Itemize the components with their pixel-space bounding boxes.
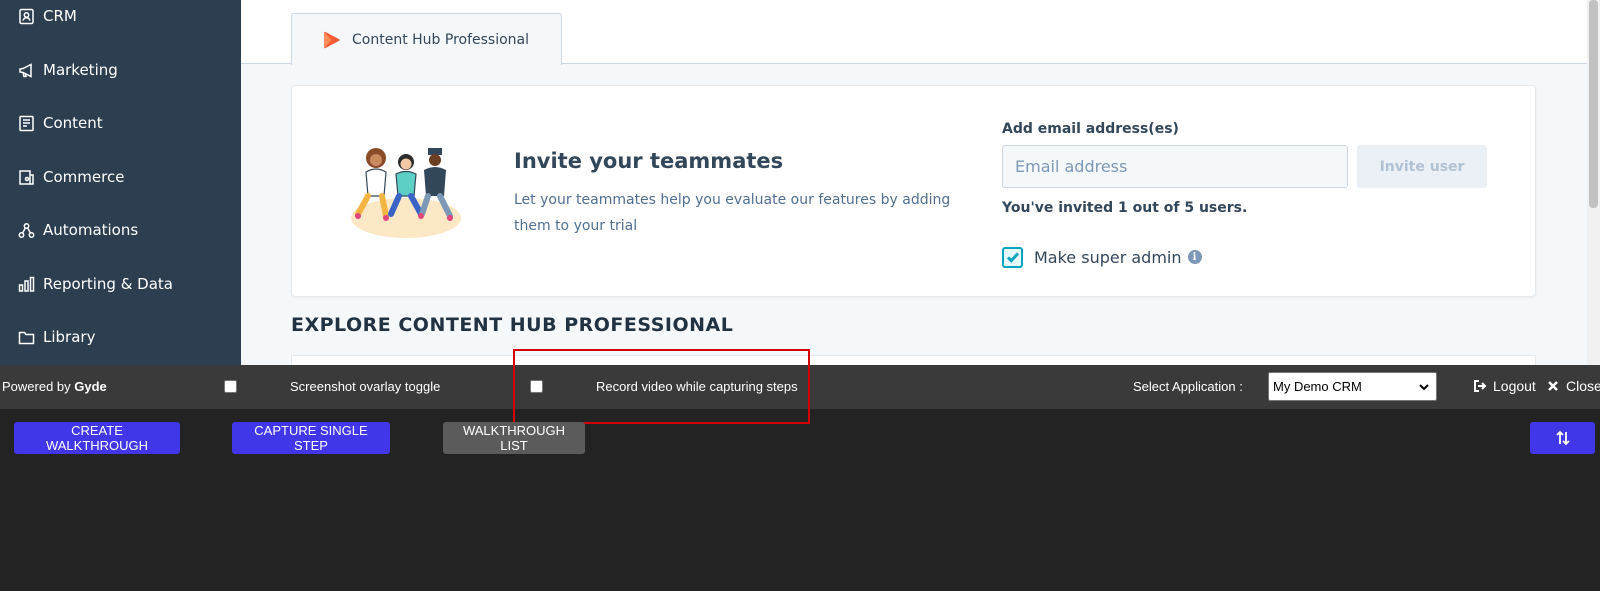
sidebar-item-label: Marketing (43, 61, 118, 79)
contacts-icon (18, 8, 35, 25)
checkmark-icon (1006, 252, 1019, 263)
bar-chart-icon (18, 276, 35, 293)
tab-content-hub-professional[interactable]: Content Hub Professional (291, 13, 562, 65)
close-label: Close (1566, 378, 1600, 394)
chevron-down-icon (1419, 383, 1429, 390)
screenshot-overlay-label: Screenshot ovarlay toggle (290, 379, 441, 394)
create-walkthrough-button[interactable]: CREATE WALKTHROUGH (14, 422, 180, 454)
logout-icon (1473, 379, 1487, 393)
sidebar: CRM Marketing Content Commerce Automatio… (0, 0, 241, 365)
application-select[interactable]: My Demo CRM (1268, 372, 1437, 401)
page-scrollbar[interactable] (1587, 0, 1600, 365)
close-icon (1546, 379, 1560, 393)
powered-by-text: Powered by Gyde (2, 379, 107, 394)
select-application-label: Select Application : (1133, 379, 1243, 394)
screenshot-overlay-checkbox[interactable] (224, 380, 237, 393)
sidebar-item-label: CRM (43, 7, 77, 25)
content-hub-play-icon (322, 30, 342, 50)
invite-title: Invite your teammates (514, 149, 784, 173)
powered-by-prefix: Powered by (2, 379, 75, 394)
sidebar-item-label: Reporting & Data (43, 275, 173, 293)
email-input[interactable] (1002, 145, 1348, 188)
super-admin-checkbox[interactable] (1002, 246, 1023, 268)
invite-count-text: You've invited 1 out of 5 users. (1002, 200, 1248, 216)
sidebar-item-reporting-data[interactable]: Reporting & Data (18, 272, 173, 296)
info-icon[interactable]: i (1187, 250, 1202, 264)
application-select-value: My Demo CRM (1273, 379, 1362, 394)
super-admin-row: Make super admin i (1002, 246, 1202, 268)
highlight-annotation (513, 349, 810, 424)
document-icon (18, 115, 35, 132)
sidebar-item-label: Commerce (43, 168, 125, 186)
tab-bar: Content Hub Professional (241, 0, 1587, 65)
sidebar-item-automations[interactable]: Automations (18, 218, 138, 242)
scrollbar-thumb[interactable] (1589, 0, 1598, 208)
folder-icon (18, 329, 35, 346)
sidebar-item-content[interactable]: Content (18, 111, 103, 135)
logout-link[interactable]: Logout (1473, 378, 1536, 394)
tab-label: Content Hub Professional (352, 31, 530, 48)
storefront-icon (18, 169, 35, 186)
capture-single-step-button[interactable]: CAPTURE SINGLE STEP (232, 422, 390, 454)
invite-user-button[interactable]: Invite user (1357, 145, 1487, 188)
explore-heading: EXPLORE CONTENT HUB PROFESSIONAL (291, 314, 734, 336)
sidebar-item-label: Automations (43, 221, 139, 239)
sidebar-item-label: Library (43, 328, 96, 346)
app-root: CRM Marketing Content Commerce Automatio… (0, 0, 1600, 591)
invite-card: Invite your teammates Let your teammates… (291, 85, 1536, 297)
sidebar-item-library[interactable]: Library (18, 325, 95, 349)
logout-label: Logout (1493, 378, 1536, 394)
teammates-illustration (336, 134, 472, 246)
sort-arrows-icon (1555, 430, 1570, 446)
sidebar-item-commerce[interactable]: Commerce (18, 165, 124, 189)
toggle-position-button[interactable] (1530, 422, 1595, 454)
megaphone-icon (18, 62, 35, 79)
email-label: Add email address(es) (1002, 121, 1179, 137)
sidebar-item-marketing[interactable]: Marketing (18, 58, 118, 82)
sidebar-item-label: Content (43, 114, 103, 132)
sidebar-item-crm[interactable]: CRM (18, 4, 77, 28)
main-content: Content Hub Professional Invite your tea… (241, 0, 1587, 375)
gyde-brand: Gyde (74, 379, 107, 394)
invite-description: Let your teammates help you evaluate our… (514, 192, 951, 234)
workflow-icon (18, 222, 35, 239)
super-admin-label: Make super admin (1034, 247, 1182, 267)
walkthrough-list-button[interactable]: WALKTHROUGH LIST (443, 422, 585, 454)
close-link[interactable]: Close (1546, 378, 1600, 394)
